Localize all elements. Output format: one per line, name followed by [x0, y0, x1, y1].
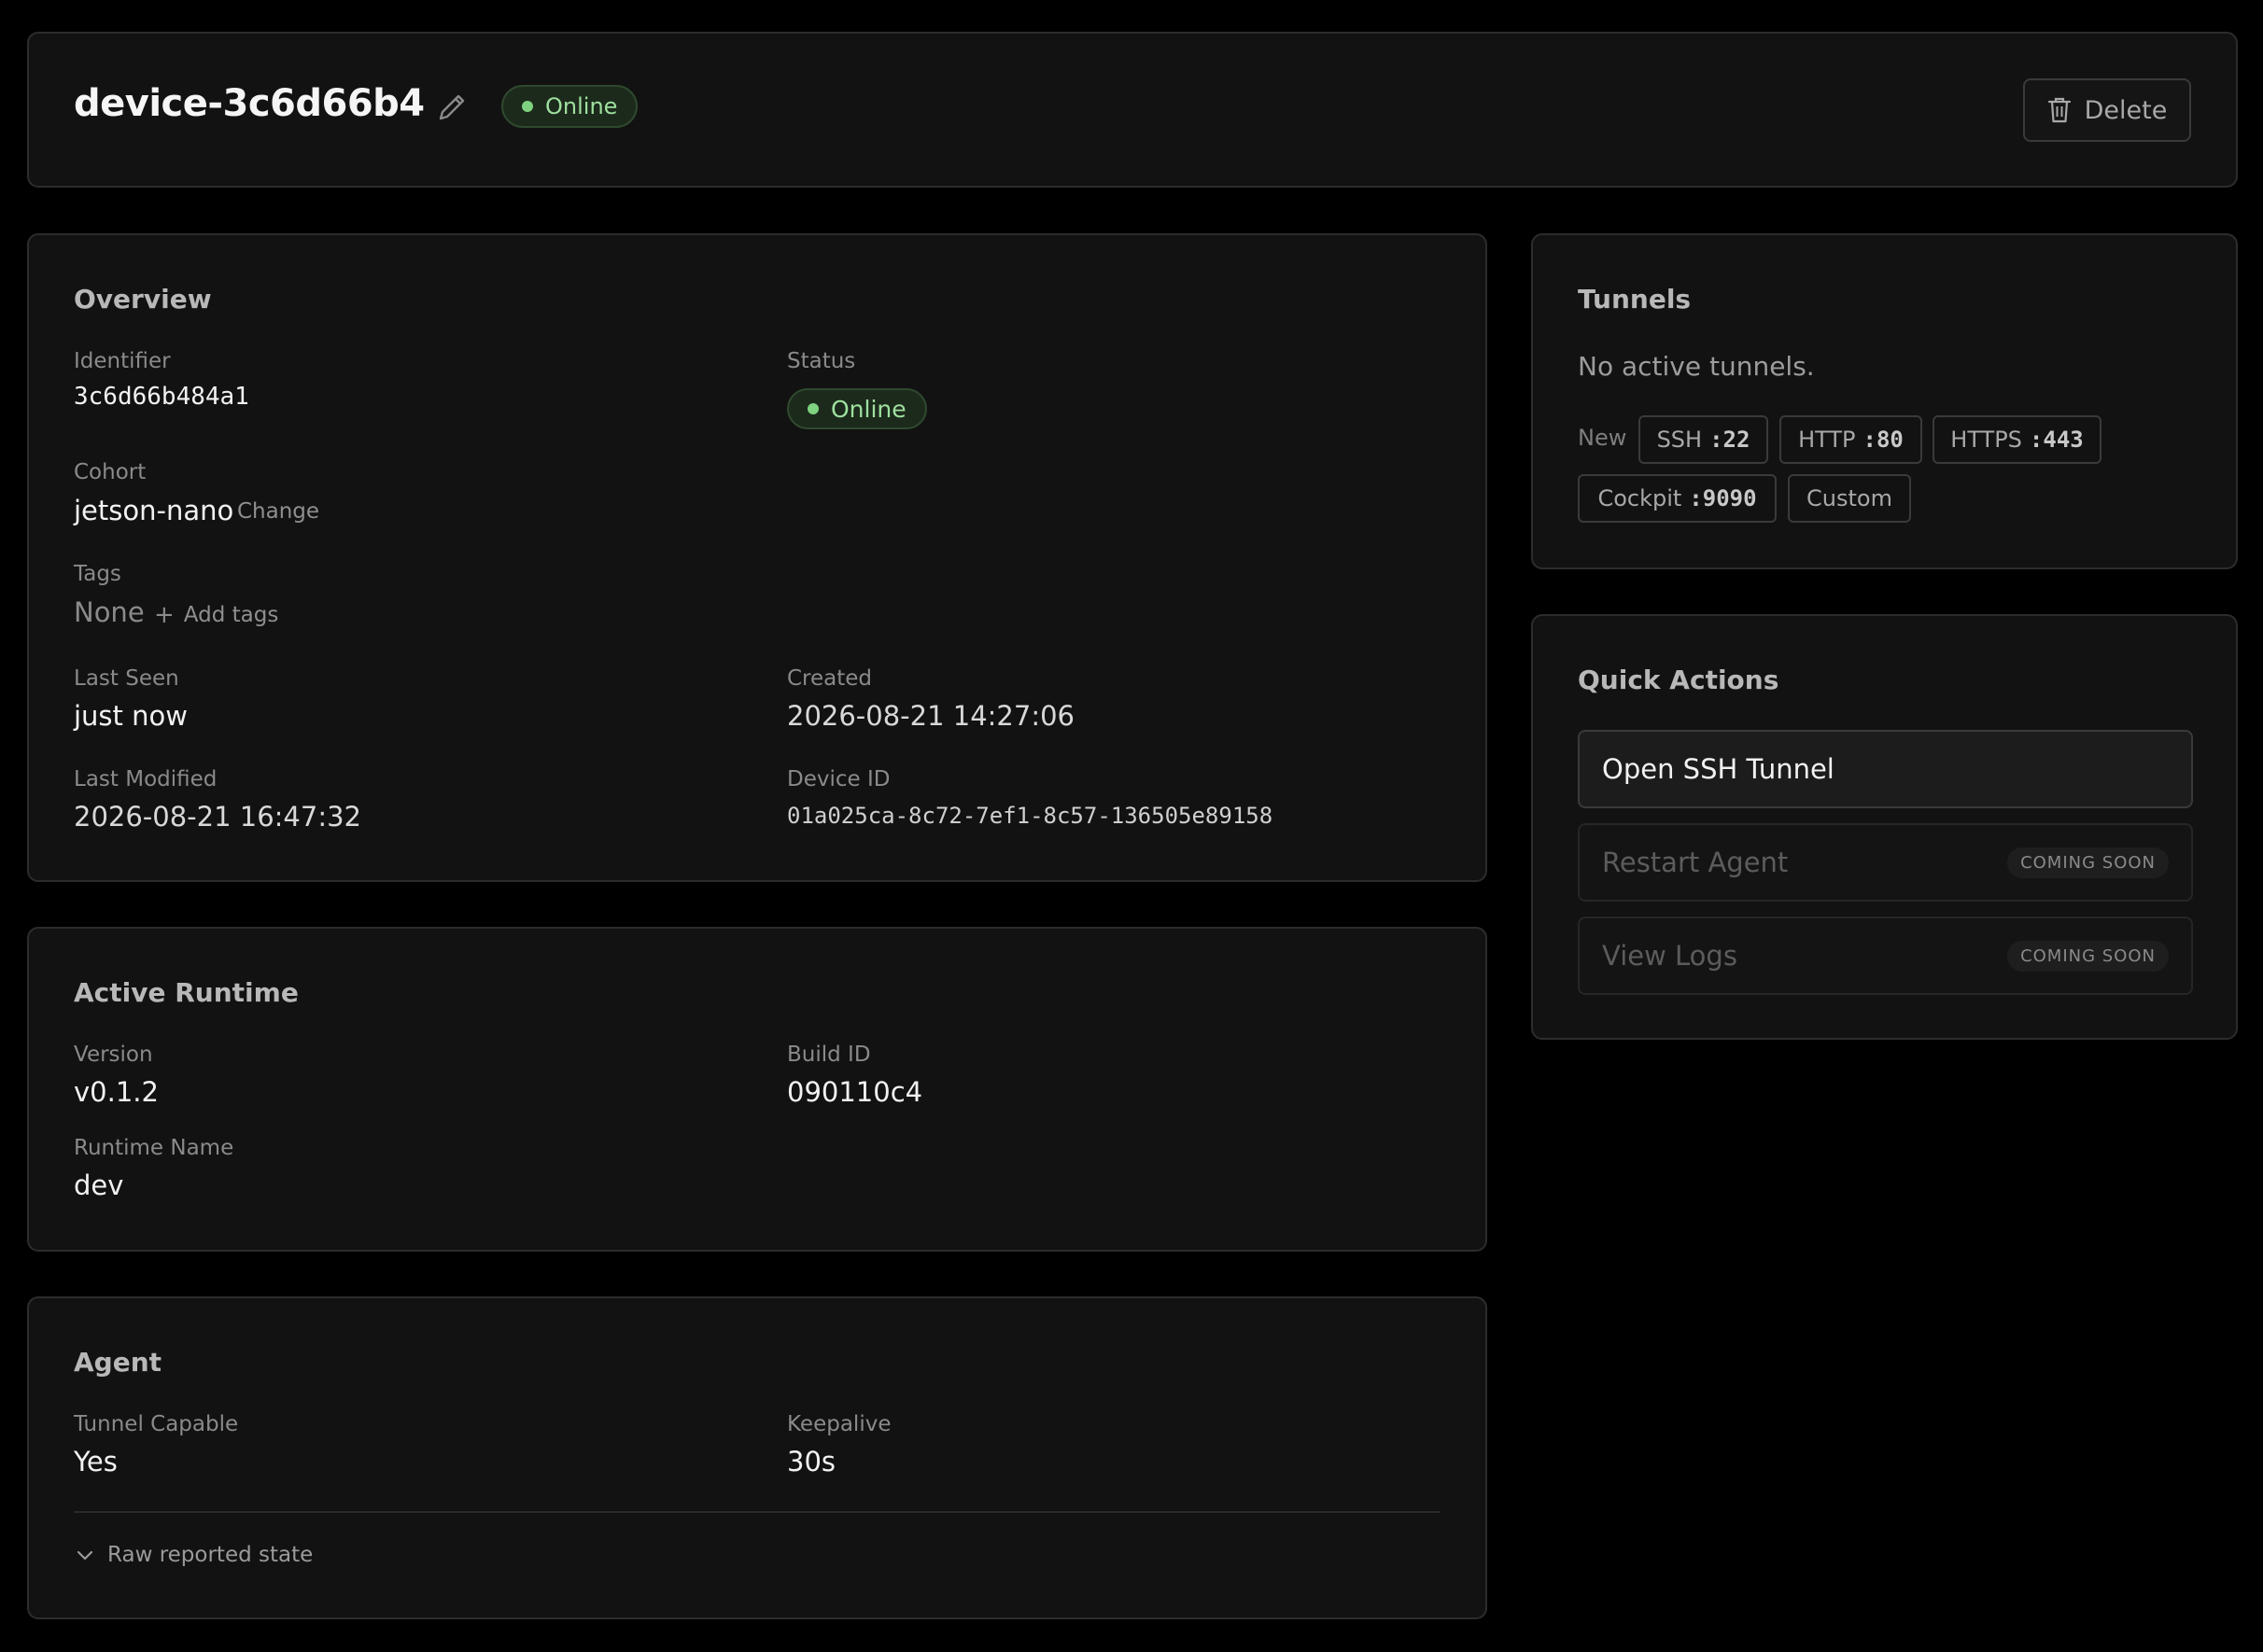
overview-card: Overview Identifier 3c6d66b484a1 Status …	[27, 233, 1487, 882]
last-modified-value: 2026-08-21 16:47:32	[74, 801, 361, 833]
agent-divider	[74, 1511, 1441, 1513]
trash-icon	[2047, 97, 2071, 123]
preset-port: :9090	[1689, 485, 1757, 511]
runtime-title: Active Runtime	[74, 977, 299, 1008]
quick-actions-title: Quick Actions	[1578, 665, 1779, 695]
device-id-value: 01a025ca-8c72-7ef1-8c57-136505e89158	[787, 803, 1273, 829]
restart-agent-button: Restart Agent COMING SOON	[1578, 823, 2193, 902]
view-logs-button: View Logs COMING SOON	[1578, 917, 2193, 995]
delete-button-label: Delete	[2084, 95, 2168, 125]
device-id-label: Device ID	[787, 767, 891, 791]
status-badge: Online	[501, 85, 639, 128]
build-id-label: Build ID	[787, 1043, 871, 1067]
plus-icon: +	[154, 601, 175, 629]
overview-status-value: Online	[831, 395, 907, 423]
last-seen-label: Last Seen	[74, 666, 179, 691]
tunnel-preset-ssh[interactable]: SSH:22	[1638, 415, 1768, 464]
tags-value: None	[74, 596, 145, 628]
preset-port: :443	[2029, 427, 2084, 453]
tunnel-preset-cockpit[interactable]: Cockpit :9090	[1578, 474, 1777, 523]
add-tags-button[interactable]: + Add tags	[154, 601, 278, 629]
preset-name: SSH	[1656, 427, 1703, 453]
tags-label: Tags	[74, 562, 121, 586]
last-seen-value: just now	[74, 700, 188, 732]
open-ssh-tunnel-button[interactable]: Open SSH Tunnel	[1578, 730, 2193, 808]
version-value: v0.1.2	[74, 1076, 159, 1108]
raw-state-label: Raw reported state	[107, 1543, 314, 1567]
coming-soon-badge: COMING SOON	[2007, 847, 2169, 878]
coming-soon-badge: COMING SOON	[2007, 940, 2169, 972]
restart-agent-label: Restart Agent	[1602, 847, 1789, 878]
keepalive-value: 30s	[787, 1446, 836, 1477]
tunnels-card: Tunnels No active tunnels. New SSH:22 HT…	[1531, 233, 2238, 569]
agent-title: Agent	[74, 1347, 162, 1378]
version-label: Version	[74, 1043, 153, 1067]
tunnel-custom-button[interactable]: Custom	[1788, 474, 1911, 523]
keepalive-label: Keepalive	[787, 1412, 892, 1436]
status-dot-icon	[522, 101, 533, 112]
created-label: Created	[787, 666, 873, 691]
build-id-value: 090110c4	[787, 1076, 923, 1108]
cohort-value: jetson-nano	[74, 495, 234, 526]
tunnel-preset-https[interactable]: HTTPS :443	[1933, 415, 2101, 464]
tunnels-empty-text: No active tunnels.	[1578, 351, 1815, 382]
preset-name: HTTP	[1798, 427, 1856, 453]
device-header: device-3c6d66b4 Online Delete	[27, 32, 2238, 188]
delete-button[interactable]: Delete	[2023, 78, 2191, 142]
tunnel-preset-http[interactable]: HTTP:80	[1779, 415, 1922, 464]
raw-state-toggle[interactable]: Raw reported state	[74, 1543, 313, 1567]
open-ssh-tunnel-label: Open SSH Tunnel	[1602, 753, 1834, 785]
new-tunnel-label: New	[1578, 425, 1627, 451]
created-value: 2026-08-21 14:27:06	[787, 700, 1075, 732]
last-modified-label: Last Modified	[74, 767, 218, 791]
preset-name: Cockpit	[1597, 485, 1682, 511]
active-runtime-card: Active Runtime Version v0.1.2 Build ID 0…	[27, 927, 1487, 1252]
tunnel-capable-label: Tunnel Capable	[74, 1412, 239, 1436]
runtime-name-value: dev	[74, 1169, 124, 1201]
preset-name: HTTPS	[1950, 427, 2022, 453]
status-dot-icon	[808, 403, 819, 414]
runtime-name-label: Runtime Name	[74, 1136, 234, 1160]
status-badge-label: Online	[545, 93, 618, 119]
status-label: Status	[787, 349, 856, 373]
overview-status-badge: Online	[787, 388, 927, 429]
pencil-icon[interactable]	[433, 89, 471, 126]
quick-actions-card: Quick Actions Open SSH Tunnel Restart Ag…	[1531, 614, 2238, 1040]
add-tags-label: Add tags	[183, 603, 279, 627]
agent-card: Agent Tunnel Capable Yes Keepalive 30s R…	[27, 1296, 1487, 1619]
tunnel-capable-value: Yes	[74, 1446, 118, 1477]
identifier-value: 3c6d66b484a1	[74, 383, 249, 411]
device-title: device-3c6d66b4	[74, 82, 425, 125]
identifier-label: Identifier	[74, 349, 171, 373]
view-logs-label: View Logs	[1602, 940, 1737, 972]
overview-title: Overview	[74, 284, 212, 315]
preset-port: :22	[1709, 427, 1750, 453]
cohort-label: Cohort	[74, 460, 147, 484]
tunnels-title: Tunnels	[1578, 284, 1692, 315]
chevron-down-icon	[77, 1550, 93, 1561]
preset-port: :80	[1862, 427, 1904, 453]
cohort-change-link[interactable]: Change	[237, 499, 319, 524]
custom-label: Custom	[1806, 485, 1892, 511]
